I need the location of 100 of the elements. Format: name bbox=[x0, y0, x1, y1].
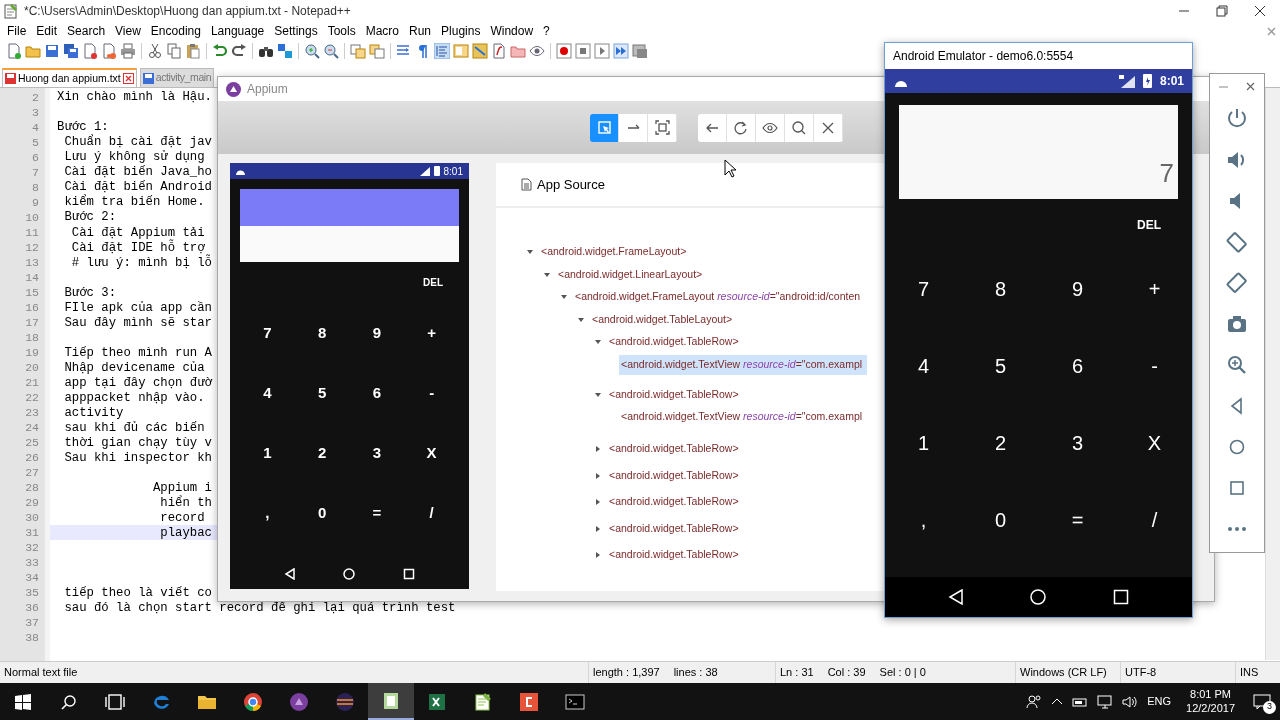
home-icon[interactable] bbox=[343, 568, 356, 580]
ide-icon[interactable] bbox=[335, 691, 355, 712]
function-icon[interactable] bbox=[491, 43, 507, 59]
tree-node[interactable]: <android.widget.LinearLayout> bbox=[556, 264, 708, 285]
menu-item[interactable]: Plugins bbox=[436, 22, 486, 40]
play-icon[interactable] bbox=[594, 43, 610, 59]
calculator-key[interactable]: X bbox=[1116, 404, 1193, 481]
scrollbar[interactable] bbox=[1265, 88, 1280, 660]
tap-area-button[interactable] bbox=[648, 113, 677, 142]
document-close-icon[interactable] bbox=[82, 43, 98, 59]
network-icon[interactable] bbox=[1097, 694, 1114, 709]
tree-node[interactable]: <android.widget.FrameLayout resource-id="android:id/conten bbox=[573, 287, 866, 308]
overview-icon[interactable] bbox=[403, 568, 416, 580]
tree-node[interactable]: <android.widget.TableRow> bbox=[607, 518, 744, 539]
rotate-left-icon[interactable] bbox=[1225, 230, 1249, 254]
calculator-key[interactable]: 6 bbox=[1039, 327, 1116, 404]
tree-node[interactable]: <android.widget.TableRow> bbox=[607, 439, 744, 460]
scissors-icon[interactable] bbox=[147, 43, 163, 59]
calculator-key[interactable]: / bbox=[1116, 481, 1193, 558]
spreadsheet-icon[interactable] bbox=[427, 691, 447, 712]
fast-forward-icon[interactable] bbox=[613, 43, 629, 59]
volume-icon[interactable] bbox=[1122, 694, 1139, 709]
copy-icon[interactable] bbox=[166, 43, 182, 59]
swipe-button[interactable] bbox=[619, 113, 648, 142]
delete-key[interactable]: DEL bbox=[423, 275, 443, 290]
stop-icon[interactable] bbox=[575, 43, 591, 59]
floppy-icon[interactable] bbox=[44, 43, 60, 59]
calculator-key[interactable]: 1 bbox=[240, 423, 295, 483]
calculator-key[interactable]: 8 bbox=[294, 303, 350, 363]
menu-item[interactable]: ? bbox=[538, 22, 555, 40]
calculator-key[interactable]: 3 bbox=[349, 423, 405, 483]
calculator-key[interactable]: 2 bbox=[962, 404, 1039, 481]
menu-item[interactable]: Settings bbox=[269, 22, 323, 40]
redo-icon[interactable] bbox=[231, 43, 247, 59]
menu-item[interactable]: Edit bbox=[31, 22, 63, 40]
calculator-key[interactable]: 9 bbox=[1039, 250, 1116, 327]
save-macro-icon[interactable] bbox=[632, 43, 648, 59]
calculator-key[interactable]: 2 bbox=[294, 423, 350, 483]
clock[interactable]: 8:01 PM 12/2/2017 bbox=[1180, 687, 1241, 716]
calculator-key[interactable]: 4 bbox=[240, 363, 295, 423]
menu-item[interactable]: Window bbox=[485, 22, 539, 40]
calculator-key[interactable]: / bbox=[404, 483, 459, 543]
zoom-out-icon[interactable] bbox=[323, 43, 339, 59]
close-icon[interactable] bbox=[1246, 81, 1255, 91]
menu-item[interactable]: File bbox=[2, 22, 32, 40]
calculator-key[interactable]: , bbox=[885, 481, 962, 558]
delete-key[interactable]: DEL bbox=[1137, 215, 1161, 234]
calculator-key[interactable]: = bbox=[1039, 481, 1116, 558]
menu-item[interactable]: Search bbox=[62, 22, 111, 40]
calculator-key[interactable]: = bbox=[349, 483, 405, 543]
calculator-key[interactable]: , bbox=[240, 483, 295, 543]
menu-item[interactable]: Language bbox=[205, 22, 270, 40]
terminal-icon[interactable] bbox=[565, 691, 585, 712]
back-icon[interactable] bbox=[948, 589, 965, 605]
app-icon[interactable] bbox=[519, 691, 539, 712]
calculator-key[interactable]: 5 bbox=[962, 327, 1039, 404]
overview-icon[interactable] bbox=[1112, 589, 1129, 605]
tree-node[interactable]: <android.widget.FrameLayout> bbox=[539, 242, 692, 263]
calculator-key[interactable]: 6 bbox=[349, 363, 405, 423]
rotate-right-icon[interactable] bbox=[1225, 271, 1249, 295]
printer-icon[interactable] bbox=[120, 43, 136, 59]
windows-icon[interactable] bbox=[369, 43, 385, 59]
eye-button[interactable] bbox=[756, 113, 785, 142]
menu-item[interactable]: View bbox=[110, 22, 146, 40]
close-button[interactable] bbox=[814, 113, 843, 142]
floppies-icon[interactable] bbox=[63, 43, 79, 59]
new-document-icon[interactable] bbox=[6, 43, 22, 59]
tree-node[interactable]: <android.widget.TableLayout> bbox=[590, 309, 738, 330]
back-button[interactable] bbox=[698, 113, 727, 142]
calculator-key[interactable]: + bbox=[404, 303, 459, 363]
refresh-button[interactable] bbox=[727, 113, 756, 142]
eye-icon[interactable] bbox=[529, 43, 545, 59]
calculator-key[interactable]: - bbox=[404, 363, 459, 423]
search-icon[interactable] bbox=[61, 693, 77, 710]
file-tab[interactable]: Huong dan appium.txt bbox=[2, 68, 137, 87]
tree-node[interactable]: <android.widget.TableRow> bbox=[607, 332, 744, 353]
calculator-key[interactable]: + bbox=[1116, 250, 1193, 327]
calculator-key[interactable]: 9 bbox=[349, 303, 405, 363]
calculator-key[interactable]: X bbox=[404, 423, 459, 483]
people-icon[interactable] bbox=[1026, 693, 1043, 710]
calculator-key[interactable]: 0 bbox=[962, 481, 1039, 558]
menu-item[interactable]: Run bbox=[404, 22, 437, 40]
calculator-key[interactable]: 1 bbox=[885, 404, 962, 481]
notepad-icon[interactable] bbox=[381, 690, 401, 711]
windows-icon[interactable] bbox=[350, 43, 366, 59]
calculator-key[interactable]: 7 bbox=[885, 250, 962, 327]
restore-icon[interactable] bbox=[1216, 5, 1228, 17]
task-view-icon[interactable] bbox=[105, 691, 125, 712]
menu-item[interactable]: Encoding bbox=[145, 22, 206, 40]
documents-close-icon[interactable] bbox=[101, 43, 117, 59]
calculator-key[interactable]: 0 bbox=[294, 483, 350, 543]
calculator-key[interactable]: 8 bbox=[962, 250, 1039, 327]
calculator-key[interactable]: - bbox=[1116, 327, 1193, 404]
record-icon[interactable] bbox=[556, 43, 572, 59]
zoom-in-icon[interactable] bbox=[304, 43, 320, 59]
search-button[interactable] bbox=[785, 113, 814, 142]
calculator-key[interactable]: 7 bbox=[240, 303, 295, 363]
battery-icon[interactable] bbox=[1072, 695, 1089, 708]
browser-icon[interactable] bbox=[243, 691, 263, 712]
clipboard-icon[interactable] bbox=[185, 43, 201, 59]
